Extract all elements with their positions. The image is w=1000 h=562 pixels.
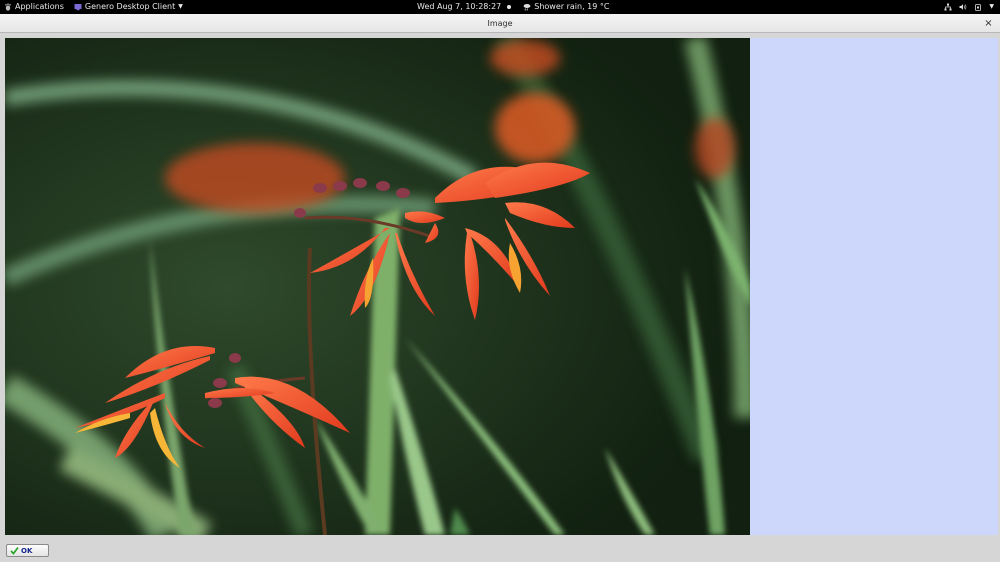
weather-indicator[interactable]: Shower rain, 19 °C <box>523 0 609 14</box>
applications-menu[interactable]: Applications <box>4 0 64 14</box>
close-button[interactable]: × <box>983 18 994 29</box>
network-icon[interactable] <box>944 3 952 11</box>
dialog-content <box>0 33 1000 538</box>
weather-text: Shower rain, 19 °C <box>534 2 610 11</box>
ok-button-label: OK <box>21 546 33 555</box>
volume-icon[interactable] <box>959 3 967 11</box>
window-title: Image <box>487 19 513 28</box>
genero-app-icon <box>74 4 82 11</box>
side-panel <box>750 38 998 535</box>
notification-dot-icon <box>507 5 512 9</box>
system-menu-chevron-icon[interactable]: ▼ <box>989 0 994 14</box>
system-top-bar: Applications Genero Desktop Client ▼ Wed… <box>0 0 1000 14</box>
gnome-foot-icon <box>5 3 11 11</box>
app-menu-label: Genero Desktop Client <box>84 2 176 11</box>
clock[interactable]: Wed Aug 7, 10:28:27 <box>417 0 512 14</box>
window-titlebar[interactable]: Image × <box>0 14 1000 33</box>
chevron-down-icon: ▼ <box>178 3 183 10</box>
power-icon[interactable] <box>974 3 982 11</box>
cloud-rain-icon <box>523 4 531 11</box>
applications-label: Applications <box>15 2 64 11</box>
clock-text: Wed Aug 7, 10:28:27 <box>417 2 502 11</box>
dialog-button-bar: OK <box>0 538 1000 562</box>
ok-button[interactable]: OK <box>6 544 49 557</box>
app-menu[interactable]: Genero Desktop Client ▼ <box>74 0 183 14</box>
checkmark-icon <box>10 547 19 555</box>
flower-photo <box>5 38 750 535</box>
image-viewer <box>5 38 750 535</box>
